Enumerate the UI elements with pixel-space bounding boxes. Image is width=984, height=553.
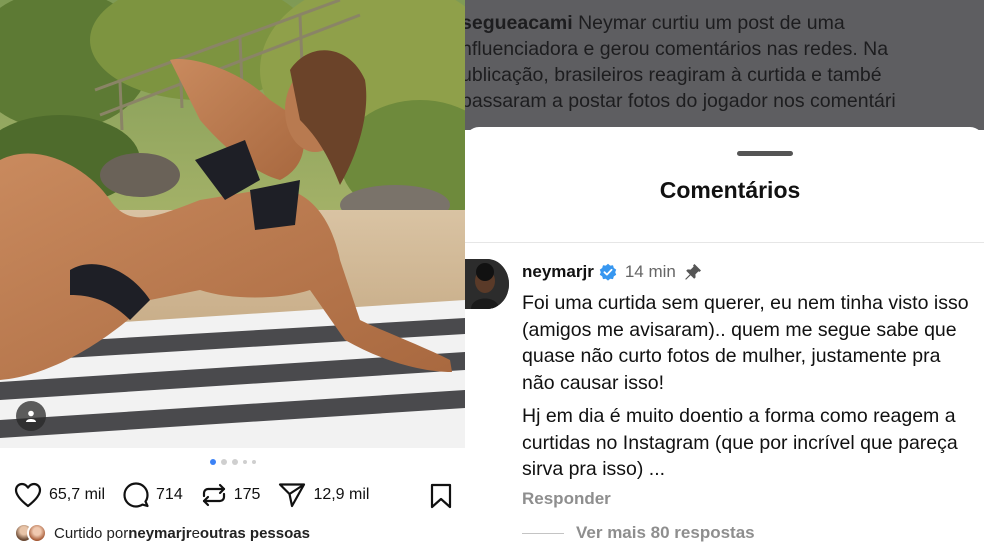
overlay-line: ublicação, brasileiros reagiram à curtid…	[465, 64, 882, 86]
bookmark-icon	[430, 483, 452, 509]
comment-paragraph: Foi uma curtida sem querer, eu nem tinha…	[522, 292, 969, 394]
beach-photo-illustration	[0, 0, 465, 448]
comment-time: 14 min	[624, 262, 676, 281]
heart-icon	[14, 482, 42, 508]
like-count[interactable]: 65,7 mil	[49, 486, 105, 504]
liked-by-others[interactable]: outras pessoas	[200, 525, 310, 542]
comment-button[interactable]: 714	[123, 482, 183, 508]
user-tag-icon[interactable]	[16, 401, 46, 431]
carousel-dot	[231, 459, 238, 465]
carousel-dot-active	[209, 459, 216, 465]
news-overlay: segueacami Neymar curtiu um post de uma …	[465, 0, 984, 130]
comment-header: neymarjr 14 min	[522, 262, 702, 282]
carousel-dot	[242, 460, 247, 464]
repost-button[interactable]: 175	[201, 482, 261, 508]
comment-bubble-icon	[123, 482, 149, 508]
verified-badge-icon	[599, 263, 617, 281]
view-replies-label[interactable]: Ver mais 80 respostas	[576, 523, 755, 543]
carousel-indicator	[0, 459, 465, 465]
liked-by-avatars	[14, 523, 48, 543]
comment-count[interactable]: 714	[156, 486, 183, 504]
overlay-caption: segueacami Neymar curtiu um post de uma …	[465, 10, 984, 114]
liked-by-prefix: Curtido por	[54, 524, 129, 542]
overlay-line: passaram a postar fotos do jogador nos c…	[465, 90, 896, 112]
avatar	[27, 523, 47, 543]
save-button[interactable]	[430, 483, 452, 514]
overlay-line: Neymar curtiu um post de uma	[572, 12, 845, 34]
repost-count[interactable]: 175	[234, 486, 261, 504]
pin-icon	[685, 264, 701, 280]
post-caption: ...	[22, 546, 33, 553]
reply-button[interactable]: Responder	[522, 489, 611, 509]
comments-sheet: Comentários neymarjr 14 min Foi uma curt…	[465, 127, 984, 553]
divider	[522, 532, 564, 534]
comment-paragraph: Hj em dia é muito doentio a forma como r…	[522, 405, 958, 480]
post-photo[interactable]	[0, 0, 465, 448]
repost-icon	[202, 483, 225, 507]
overlay-line: nfluenciadora e gerou comentários nas re…	[465, 38, 889, 60]
post-action-bar: 65,7 mil 714 175 12,9 mil	[14, 480, 454, 510]
carousel-dot	[220, 459, 227, 465]
carousel-dot	[251, 460, 256, 464]
comment-username[interactable]: neymarjr	[522, 262, 594, 282]
liked-by-username[interactable]: neymarjr	[128, 525, 191, 542]
divider	[465, 242, 984, 243]
avatar[interactable]	[465, 259, 509, 309]
sheet-title: Comentários	[659, 177, 801, 203]
instagram-post: 65,7 mil 714 175 12,9 mil Curtido por ne…	[0, 0, 465, 553]
sheet-drag-handle[interactable]	[737, 151, 793, 156]
comment-text: Foi uma curtida sem querer, eu nem tinha…	[522, 290, 977, 490]
overlay-account: segueacami	[465, 12, 573, 34]
like-button[interactable]: 65,7 mil	[14, 482, 105, 508]
liked-by-row[interactable]: Curtido por neymarjr e outras pessoas	[14, 523, 310, 543]
send-icon	[279, 483, 306, 508]
view-replies-button[interactable]: Ver mais 80 respostas	[522, 523, 755, 543]
share-button[interactable]: 12,9 mil	[278, 482, 369, 508]
share-count[interactable]: 12,9 mil	[313, 486, 369, 504]
comments-screenshot: segueacami Neymar curtiu um post de uma …	[465, 0, 984, 553]
liked-by-joiner: e	[191, 524, 200, 542]
